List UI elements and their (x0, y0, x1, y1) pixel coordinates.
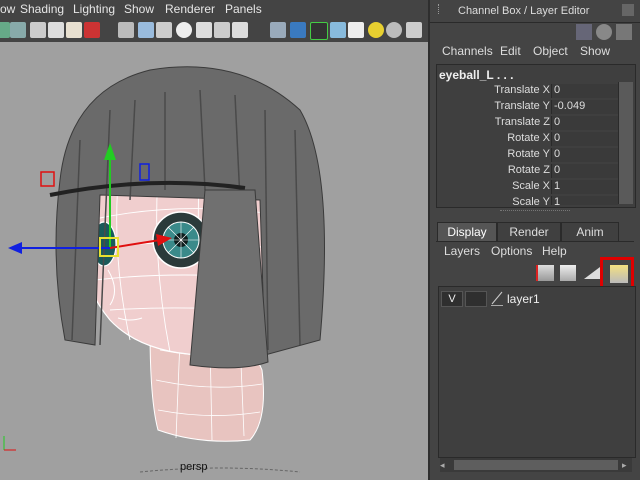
layer-color-swatch[interactable] (491, 291, 503, 306)
drag-handle-icon[interactable] (438, 4, 447, 14)
attr-value-field[interactable]: 0 (551, 148, 618, 162)
tab-display[interactable]: Display (437, 222, 497, 241)
channel-box-scrollbar[interactable] (618, 82, 633, 204)
wireframe-on-shaded-icon[interactable] (310, 22, 328, 40)
bookmark-icon[interactable] (30, 22, 46, 38)
tab-render[interactable]: Render (497, 222, 561, 241)
menu-show[interactable]: Show (580, 44, 610, 58)
new-layer-selected-icon[interactable] (584, 267, 600, 279)
film-gate-icon[interactable] (138, 22, 154, 38)
attr-value-field[interactable]: 1 (551, 196, 618, 205)
viewport-toolbar (0, 19, 428, 43)
move-layer-up-icon[interactable] (536, 265, 554, 281)
layer-list (438, 286, 636, 458)
new-layer-icon[interactable] (560, 265, 576, 281)
menu-edit[interactable]: Edit (500, 44, 521, 58)
menu-options[interactable]: Options (491, 244, 532, 258)
channel-box-icons (576, 24, 634, 40)
head-model-drawing (3, 66, 325, 473)
viewport-menubar: ow Shading Lighting Show Renderer Panels (0, 0, 428, 19)
camera-icon[interactable] (0, 22, 10, 38)
grid-icon[interactable] (118, 22, 134, 38)
menu-channels[interactable]: Channels (442, 44, 493, 58)
image-plane-icon[interactable] (48, 22, 64, 38)
attr-label[interactable]: Translate Y (440, 100, 550, 112)
layer-name[interactable]: layer1 (507, 292, 540, 306)
textured-icon[interactable] (330, 22, 346, 38)
menu-renderer[interactable]: Renderer (165, 2, 215, 16)
grease-pencil-icon[interactable] (84, 22, 100, 38)
scroll-right-icon[interactable]: ▸ (622, 460, 632, 470)
camera-attr-icon[interactable] (10, 22, 26, 38)
layer-display-type-toggle[interactable] (465, 291, 487, 307)
smooth-shade-icon[interactable] (290, 22, 306, 38)
scroll-thumb[interactable] (454, 460, 618, 470)
2d-pan-icon[interactable] (66, 22, 82, 38)
node-name[interactable]: eyeball_L . . . (439, 68, 513, 82)
attr-value-field[interactable]: 0 (551, 84, 618, 98)
attr-label[interactable]: Rotate X (440, 132, 550, 144)
layer-visibility-toggle[interactable]: V (441, 291, 463, 307)
menu-object[interactable]: Object (533, 44, 568, 58)
attr-label[interactable]: Scale Y (440, 196, 550, 205)
scroll-left-icon[interactable]: ◂ (440, 460, 450, 470)
xray-icon[interactable] (406, 22, 422, 38)
attr-value-field[interactable]: 0 (551, 164, 618, 178)
attr-value-field[interactable]: 0 (551, 132, 618, 146)
attr-value-field[interactable]: 1 (551, 180, 618, 194)
manipulator-icon[interactable] (576, 24, 592, 40)
panel-title-bar: Channel Box / Layer Editor (438, 2, 638, 20)
lights-icon[interactable] (368, 22, 384, 38)
attr-label[interactable]: Translate Z (440, 116, 550, 128)
shadows-icon[interactable] (386, 22, 402, 38)
close-panel-icon[interactable] (622, 4, 634, 16)
safe-title-icon[interactable] (232, 22, 248, 38)
attr-label[interactable]: Scale X (440, 180, 550, 192)
channel-box-menubar: Channels Edit Object Show (438, 44, 638, 60)
field-chart-icon[interactable] (196, 22, 212, 38)
attr-value-field[interactable]: 0 (551, 116, 618, 130)
camera-label: persp (180, 461, 208, 473)
safe-action-icon[interactable] (214, 22, 230, 38)
attr-label[interactable]: Rotate Y (440, 148, 550, 160)
divider (430, 22, 640, 23)
resolution-gate-icon[interactable] (156, 22, 172, 38)
layer-list-scrollbar[interactable]: ◂ ▸ (440, 457, 632, 472)
hyperbolic-icon[interactable] (616, 24, 632, 40)
menu-shading[interactable]: Shading (20, 2, 64, 16)
tab-divider (436, 241, 634, 242)
attr-value-field[interactable]: -0.049 (551, 100, 618, 114)
viewport-canvas[interactable] (0, 42, 428, 480)
attr-label[interactable]: Rotate Z (440, 164, 550, 176)
menu-show[interactable]: Show (124, 2, 154, 16)
gate-mask-icon[interactable] (176, 22, 192, 38)
menu-layers[interactable]: Layers (444, 244, 480, 258)
panel-title: Channel Box / Layer Editor (458, 5, 590, 17)
menu-panels[interactable]: Panels (225, 2, 262, 16)
speed-icon[interactable] (596, 24, 612, 40)
tab-anim[interactable]: Anim (561, 222, 619, 241)
pane-splitter[interactable] (500, 210, 570, 215)
menu-view[interactable]: ow (0, 2, 15, 16)
menu-help[interactable]: Help (542, 244, 567, 258)
attr-label[interactable]: Translate X (440, 84, 550, 96)
checker-icon[interactable] (348, 22, 364, 38)
menu-lighting[interactable]: Lighting (73, 2, 115, 16)
wireframe-icon[interactable] (270, 22, 286, 38)
